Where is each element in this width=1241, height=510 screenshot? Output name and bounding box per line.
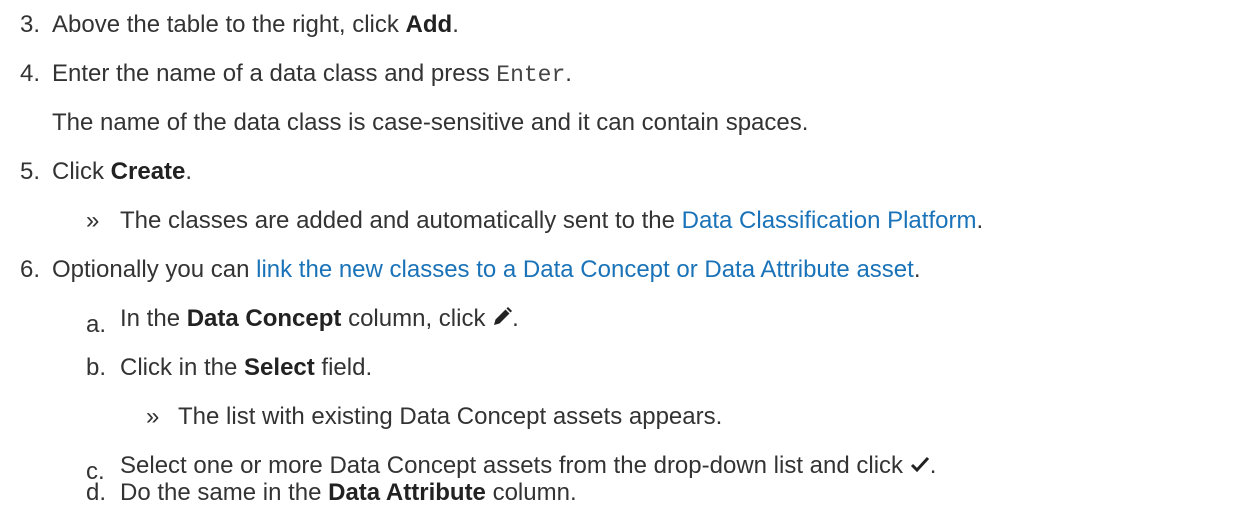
- step-text: In the: [120, 305, 187, 332]
- step-number: 6.: [19, 256, 40, 283]
- step-text: Above the table to the right, click: [52, 11, 406, 38]
- ui-term-select: Select: [244, 354, 315, 381]
- step-4-note: The name of the data class is case-sensi…: [52, 109, 809, 136]
- ui-term-create: Create: [110, 158, 186, 185]
- step-text: Select one or more Data Concept assets f…: [120, 452, 910, 479]
- substep-letter: a.: [86, 311, 107, 338]
- result-marker: »: [146, 403, 160, 430]
- data-classification-platform-link[interactable]: Data Classification Platform: [682, 207, 977, 234]
- step-text: Click in the: [120, 354, 245, 381]
- pencil-icon: [492, 305, 513, 335]
- step-number: 3.: [19, 11, 40, 38]
- ui-term-add: Add: [405, 11, 453, 38]
- key-enter: Enter: [496, 62, 566, 88]
- step-text: Optionally you can: [52, 256, 257, 283]
- step-text: Enter the name of a data class and press: [52, 60, 497, 87]
- substep-letter: d.: [86, 479, 107, 506]
- substep-letter: b.: [86, 354, 107, 381]
- checkmark-icon: [910, 452, 930, 482]
- step-number: 5.: [19, 158, 40, 185]
- step-text: Click: [52, 158, 111, 185]
- ui-term-data-attribute: Data Attribute: [328, 479, 486, 506]
- step-number: 4.: [19, 60, 40, 87]
- step-text: Do the same in the: [120, 479, 329, 506]
- result-marker: »: [86, 207, 100, 234]
- link-classes-link[interactable]: link the new classes to a Data Concept o…: [256, 256, 914, 283]
- ui-term-data-concept: Data Concept: [186, 305, 342, 332]
